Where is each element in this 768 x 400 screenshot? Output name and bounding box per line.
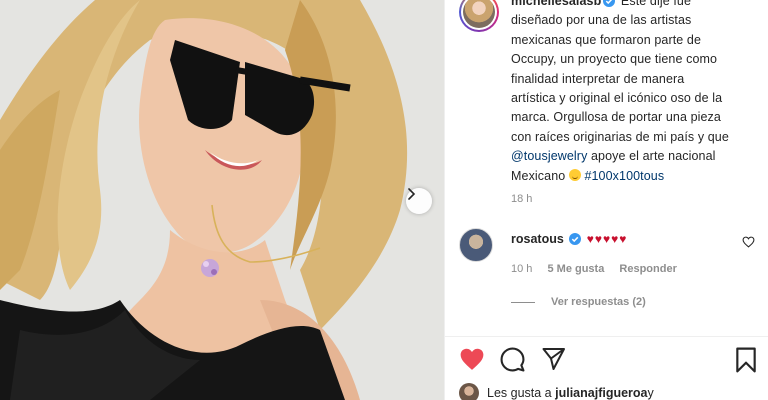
heart-outline-icon[interactable] bbox=[742, 236, 755, 248]
comment-icon[interactable] bbox=[500, 347, 525, 372]
liker-username[interactable]: julianajfigueroa bbox=[555, 386, 647, 400]
reply-button[interactable]: Responder bbox=[619, 263, 676, 275]
post-timestamp[interactable]: 18 h bbox=[511, 193, 532, 205]
likes-prefix: Les gusta a bbox=[487, 386, 552, 400]
replies-divider bbox=[511, 301, 535, 303]
comment-body: ♥♥♥♥♥ bbox=[586, 232, 628, 246]
paper-plane-icon[interactable] bbox=[541, 347, 566, 371]
commenter-username[interactable]: rosatous bbox=[511, 232, 564, 246]
caption-line: mexicanas que formaron parte de bbox=[511, 32, 702, 47]
bookmark-icon[interactable] bbox=[735, 347, 757, 373]
mention-link[interactable]: @tousjewelry bbox=[511, 149, 587, 163]
caption-line: Mexicano bbox=[511, 168, 569, 183]
caption-text: michellesalasb Este dije fue diseñado po… bbox=[511, 0, 761, 186]
caption-line: marca. Orgullosa de portar una pieza bbox=[511, 110, 721, 125]
commenter-avatar[interactable] bbox=[459, 228, 493, 262]
action-bar bbox=[459, 347, 759, 375]
chevron-right-icon bbox=[408, 188, 416, 200]
likes-suffix: y bbox=[647, 386, 654, 400]
smile-emoji-icon bbox=[568, 168, 581, 181]
view-replies-button[interactable]: Ver respuestas (2) bbox=[511, 296, 646, 308]
caption-line: apoye el arte nacional bbox=[587, 149, 716, 164]
post-image bbox=[0, 0, 444, 400]
author-username[interactable]: michellesalasb bbox=[511, 0, 601, 8]
author-avatar[interactable] bbox=[459, 0, 499, 32]
comment-text: rosatous ♥♥♥♥♥ bbox=[511, 232, 627, 246]
verified-badge-icon bbox=[569, 233, 582, 245]
heart-filled-icon[interactable] bbox=[459, 347, 485, 371]
caption-line: artística y original el icónico oso de l… bbox=[511, 91, 723, 106]
comment-item: rosatous ♥♥♥♥♥ bbox=[459, 228, 759, 264]
caption-line: Este dije fue bbox=[617, 0, 692, 8]
post-photo bbox=[0, 0, 444, 400]
verified-badge-icon bbox=[603, 0, 616, 7]
comments-panel: michellesalasb Este dije fue diseñado po… bbox=[444, 0, 768, 400]
comment-likes-count[interactable]: 5 Me gusta bbox=[547, 263, 604, 275]
view-replies-label: Ver respuestas (2) bbox=[551, 296, 646, 308]
caption-line: con raíces originarias de mi país y que bbox=[511, 129, 729, 144]
caption-line: diseñado por una de las artistas bbox=[511, 13, 692, 28]
comment-meta: 10 h 5 Me gusta Responder bbox=[511, 263, 689, 275]
next-photo-button[interactable] bbox=[406, 188, 432, 214]
liker-avatar[interactable] bbox=[459, 383, 479, 400]
comment-timestamp[interactable]: 10 h bbox=[511, 263, 532, 275]
hashtag-link[interactable]: #100x100tous bbox=[584, 169, 664, 183]
caption-line: Occupy, un proyecto que tiene como bbox=[511, 52, 718, 67]
section-divider bbox=[445, 336, 768, 337]
likes-summary: Les gusta a julianajfigueroa y bbox=[459, 383, 654, 400]
caption-line: finalidad interpretar de manera bbox=[511, 71, 685, 86]
